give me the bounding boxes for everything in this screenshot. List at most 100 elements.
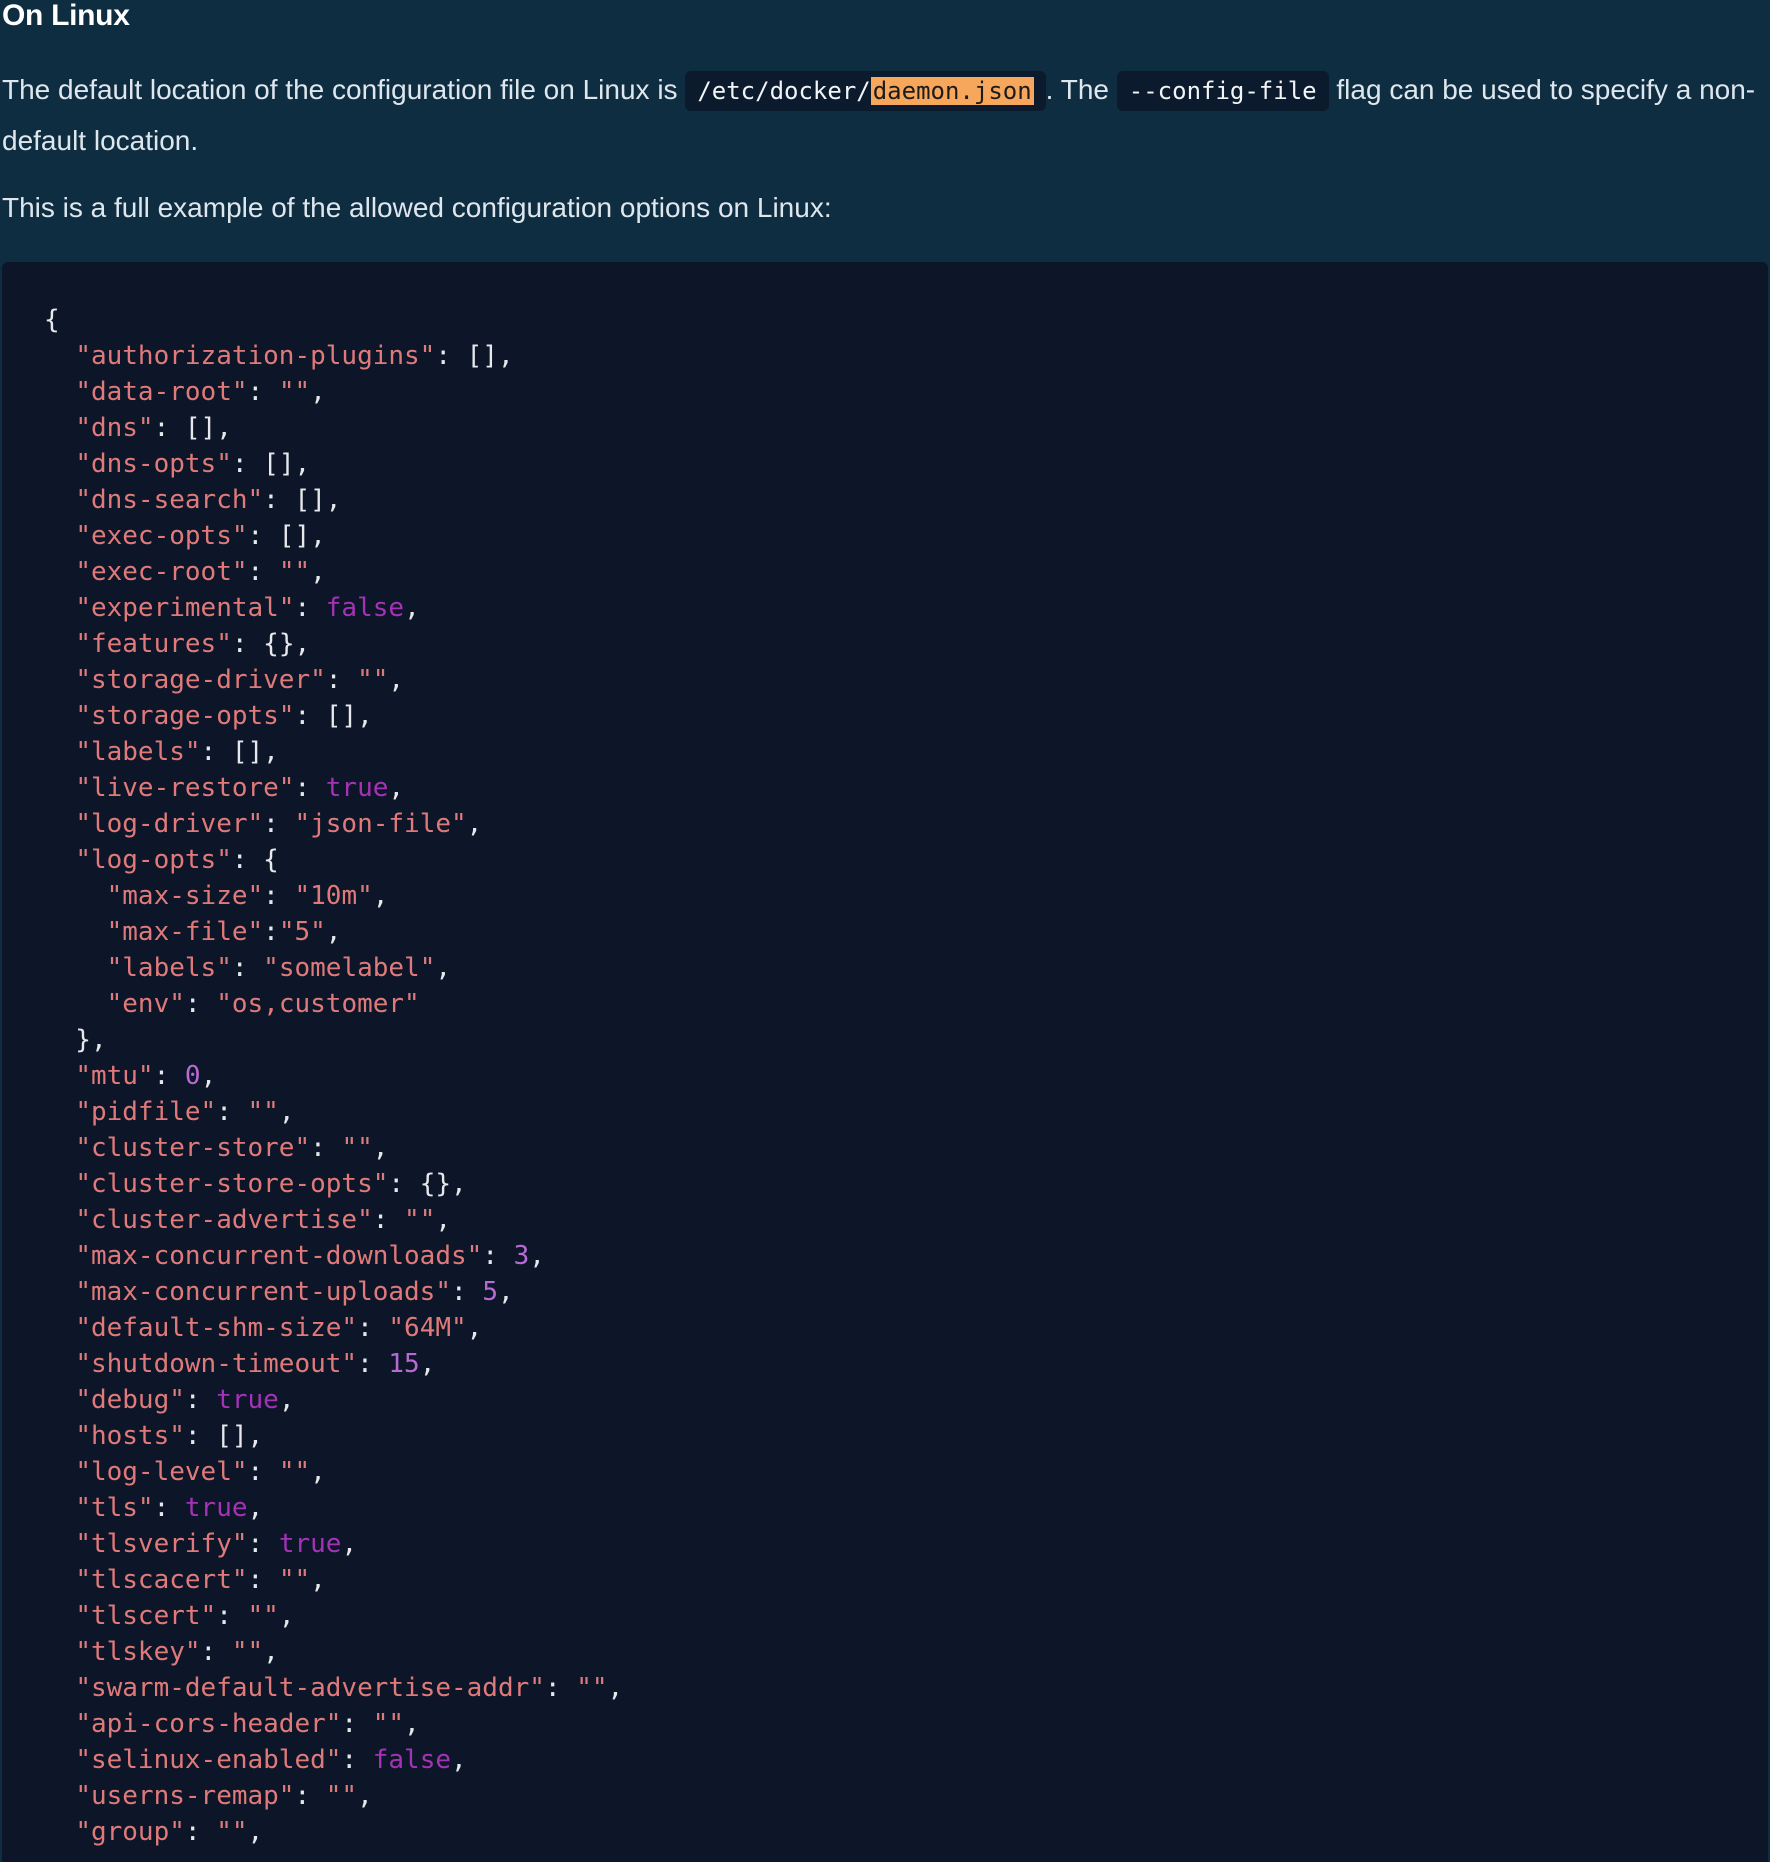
code-line: "max-size": "10m", [44, 878, 623, 914]
code-punctuation-token: , [435, 1205, 452, 1235]
code-string-token: "exec-opts" [75, 521, 248, 551]
code-string-token: "" [247, 1601, 279, 1631]
code-line: "data-root": "", [44, 374, 623, 410]
code-punctuation-token: : [], [153, 413, 232, 443]
code-line: "env": "os,customer" [44, 986, 623, 1022]
code-punctuation-token: , [451, 1745, 467, 1775]
code-punctuation-token [44, 701, 75, 731]
code-line: "tls": true, [44, 1490, 623, 1526]
code-punctuation-token [44, 1709, 75, 1739]
code-punctuation-token: , [388, 665, 405, 695]
code-punctuation-token: : [325, 665, 358, 695]
code-line: "log-driver": "json-file", [44, 806, 623, 842]
code-punctuation-token: : {}, [231, 629, 311, 659]
code-punctuation-token: : [247, 1529, 279, 1559]
code-boolean-token: false [372, 1745, 452, 1775]
code-punctuation-token: : [], [294, 701, 373, 731]
code-string-token: "max-size" [106, 881, 264, 911]
code-punctuation-token: , [200, 1061, 217, 1091]
code-string-token: "cluster-store-opts" [75, 1169, 389, 1199]
code-string-token: "" [372, 1709, 405, 1739]
code-string-token: "tlscacert" [75, 1565, 248, 1595]
code-punctuation-token [44, 953, 107, 983]
code-line: "pidfile": "", [44, 1094, 623, 1130]
code-number-token: 0 [184, 1061, 201, 1091]
code-punctuation-token: : [357, 1313, 389, 1343]
code-line: "max-concurrent-downloads": 3, [44, 1238, 623, 1274]
code-punctuation-token: : [247, 377, 279, 407]
code-punctuation-token [44, 665, 75, 695]
code-string-token: "experimental" [75, 593, 295, 623]
code-punctuation-token: : [482, 1241, 514, 1271]
code-string-token: "" [576, 1673, 608, 1703]
code-line: "debug": true, [44, 1382, 623, 1418]
code-punctuation-token [44, 1421, 75, 1451]
code-string-token: "os,customer" [216, 989, 420, 1019]
code-punctuation-token: : [153, 1061, 185, 1091]
code-punctuation-token: , [497, 1277, 514, 1307]
code-number-token: 5 [482, 1277, 498, 1307]
code-punctuation-token: : [216, 1097, 248, 1127]
code-line: "swarm-default-advertise-addr": "", [44, 1670, 623, 1706]
code-punctuation-token: , [466, 1313, 483, 1343]
code-line: "cluster-store": "", [44, 1130, 623, 1166]
code-punctuation-token [44, 1817, 75, 1847]
code-line: "dns-search": [], [44, 482, 623, 518]
code-punctuation-token: : [], [263, 485, 342, 515]
code-punctuation-token: : [200, 1637, 232, 1667]
config-path-prefix: /etc/docker/ [697, 77, 871, 105]
code-punctuation-token: : [341, 1745, 373, 1775]
code-punctuation-token: , [310, 1457, 326, 1487]
code-boolean-token: true [184, 1493, 248, 1523]
code-punctuation-token: : [184, 989, 217, 1019]
code-punctuation-token: : [184, 1385, 217, 1415]
code-string-token: "" [357, 665, 389, 695]
code-punctuation-token: : [153, 1493, 185, 1523]
code-string-token: "hosts" [75, 1421, 185, 1451]
config-file-flag-code: --config-file [1116, 71, 1329, 111]
location-paragraph: The default location of the configuratio… [2, 65, 1762, 166]
code-line: }, [44, 1022, 623, 1058]
code-line: "max-file":"5", [44, 914, 623, 950]
code-punctuation-token: : [], [200, 737, 279, 767]
code-line: "default-shm-size": "64M", [44, 1310, 623, 1346]
code-line: "experimental": false, [44, 590, 623, 626]
code-string-token: "5" [278, 917, 326, 947]
code-string-token: "swarm-default-advertise-addr" [75, 1673, 545, 1703]
section-heading: On Linux [2, 0, 130, 32]
daemon-json-example[interactable]: { "authorization-plugins": [], "data-roo… [44, 302, 623, 1850]
code-punctuation-token: : [], [247, 521, 326, 551]
code-punctuation-token [44, 1169, 75, 1199]
code-string-token: "" [278, 1565, 311, 1595]
code-string-token: "cluster-advertise" [75, 1205, 373, 1235]
code-punctuation-token: , [310, 377, 326, 407]
code-punctuation-token: , [388, 773, 405, 803]
code-punctuation-token [44, 1601, 75, 1631]
code-punctuation-token [44, 449, 75, 479]
code-punctuation-token [44, 557, 75, 587]
code-punctuation-token [44, 593, 75, 623]
code-punctuation-token [44, 737, 75, 767]
code-punctuation-token [44, 521, 75, 551]
code-punctuation-token: { [44, 305, 60, 335]
code-string-token: "max-file" [106, 917, 264, 947]
code-punctuation-token: : [263, 917, 279, 947]
code-boolean-token: true [216, 1385, 279, 1415]
code-number-token: 3 [513, 1241, 530, 1271]
code-string-token: "shutdown-timeout" [75, 1349, 358, 1379]
code-punctuation-token: , [404, 1709, 420, 1739]
code-string-token: "dns" [75, 413, 154, 443]
code-punctuation-token [44, 989, 107, 1019]
code-punctuation-token [44, 1565, 75, 1595]
code-line: "labels": "somelabel", [44, 950, 623, 986]
code-string-token: "storage-driver" [75, 665, 326, 695]
code-boolean-token: true [325, 773, 389, 803]
code-line: "cluster-advertise": "", [44, 1202, 623, 1238]
code-punctuation-token: }, [44, 1025, 107, 1055]
code-string-token: "labels" [75, 737, 201, 767]
code-punctuation-token: , [435, 953, 452, 983]
code-block[interactable]: { "authorization-plugins": [], "data-roo… [2, 262, 1768, 1862]
code-punctuation-token [44, 1313, 75, 1343]
example-intro-paragraph: This is a full example of the allowed co… [2, 192, 832, 223]
code-punctuation-token [44, 773, 75, 803]
